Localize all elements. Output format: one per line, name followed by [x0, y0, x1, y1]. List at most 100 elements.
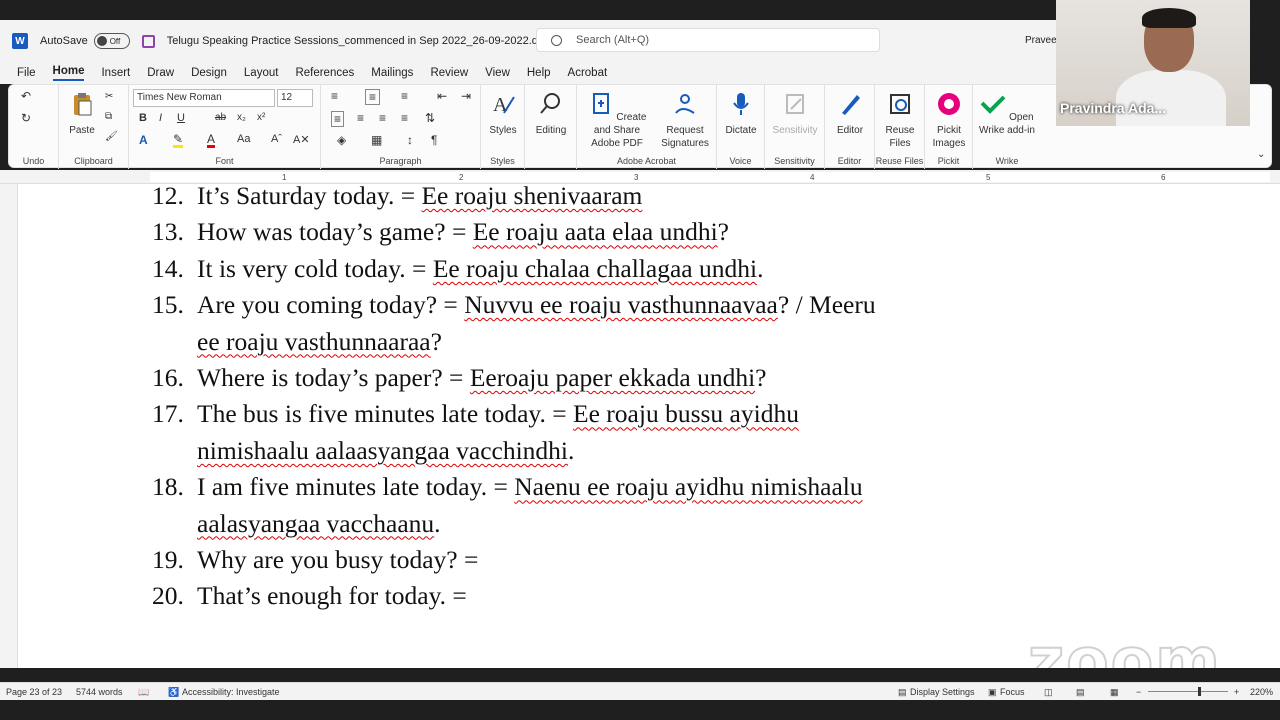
tab-home[interactable]: Home: [52, 65, 85, 81]
strikethrough-icon[interactable]: ab: [215, 112, 226, 123]
focus-mode[interactable]: Focus: [1000, 687, 1025, 697]
document-title[interactable]: Telugu Speaking Practice Sessions_commen…: [167, 35, 555, 47]
display-settings[interactable]: Display Settings: [910, 687, 975, 697]
tab-layout[interactable]: Layout: [244, 67, 279, 79]
superscript-icon[interactable]: x²: [257, 112, 265, 123]
align-left-icon[interactable]: ≡: [331, 111, 345, 127]
reuse-files-group: Reuse Files Reuse Files: [875, 85, 925, 169]
tab-file[interactable]: File: [17, 67, 36, 79]
zoom-in-icon[interactable]: +: [1234, 687, 1239, 697]
font-name-select[interactable]: Times New Roman: [133, 89, 275, 107]
underline-icon[interactable]: U: [177, 112, 185, 124]
copy-icon[interactable]: ⧉: [105, 111, 112, 122]
undo-icon[interactable]: ↶: [21, 89, 31, 103]
document-page[interactable]: 12. It’s Saturday today. = Ee roaju sheni…: [18, 184, 1280, 668]
font-color-icon[interactable]: A: [207, 133, 216, 148]
ruler-number: 5: [986, 173, 991, 182]
read-mode-icon[interactable]: ◫: [1044, 687, 1053, 698]
zoom-slider[interactable]: [1148, 691, 1228, 692]
horizontal-ruler: 1 2 3 4 5 6: [0, 170, 1280, 184]
request-signatures-button[interactable]: Request Signatures: [657, 91, 713, 150]
tab-review[interactable]: Review: [430, 67, 468, 79]
participant-video[interactable]: Pravindra Ada...: [1056, 0, 1250, 126]
page-count[interactable]: Page 23 of 23: [6, 687, 62, 697]
dictate-button[interactable]: Dictate: [721, 91, 761, 137]
tab-acrobat[interactable]: Acrobat: [568, 67, 608, 79]
document-body[interactable]: 12. It’s Saturday today. = Ee roaju sheni…: [152, 184, 1012, 615]
shading-icon[interactable]: ◈: [337, 133, 346, 147]
align-right-icon[interactable]: ≡: [379, 111, 386, 125]
autosave-state: Off: [109, 36, 121, 46]
borders-icon[interactable]: ▦: [371, 133, 382, 147]
accessibility-status[interactable]: Accessibility: Investigate: [182, 687, 280, 697]
vertical-ruler: [0, 184, 18, 668]
tab-design[interactable]: Design: [191, 67, 227, 79]
ribbon-collapse-icon[interactable]: ⌄: [1257, 149, 1265, 160]
editor-group-label: Editor: [837, 156, 862, 166]
adobe-group: Create and Share Adobe PDF Request Signa…: [577, 85, 717, 169]
user-name[interactable]: Pravee: [1025, 35, 1057, 46]
tab-mailings[interactable]: Mailings: [371, 67, 413, 79]
search-icon: [551, 34, 562, 46]
bullets-icon[interactable]: ≡: [331, 89, 338, 103]
zoom-slider-thumb[interactable]: [1198, 687, 1201, 696]
sort-icon[interactable]: ↕: [407, 133, 413, 147]
styles-group-label: Styles: [490, 156, 515, 166]
sensitivity-icon: [786, 94, 804, 114]
multilevel-list-icon[interactable]: ≡: [401, 89, 408, 103]
format-painter-icon[interactable]: 🖌: [105, 131, 118, 142]
tab-insert[interactable]: Insert: [101, 67, 130, 79]
styles-button[interactable]: A Styles: [487, 91, 519, 137]
tab-draw[interactable]: Draw: [147, 67, 174, 79]
cut-icon[interactable]: ✂: [105, 91, 113, 102]
tab-references[interactable]: References: [295, 67, 354, 79]
zoom-out-icon[interactable]: −: [1136, 687, 1141, 697]
zoom-level[interactable]: 220%: [1250, 687, 1273, 697]
highlight-icon[interactable]: ✎: [173, 133, 184, 148]
proofing-icon[interactable]: 📖: [138, 687, 149, 698]
subscript-icon[interactable]: x₂: [237, 112, 246, 123]
participant-shirt: [1116, 70, 1226, 126]
increase-indent-icon[interactable]: ⇥: [461, 89, 471, 103]
tab-view[interactable]: View: [485, 67, 510, 79]
paragraph-group: ≡ ≡ ≡ ⇤ ⇥ ≡ ≡ ≡ ≡ ⇅ ◈ ▦ ↕ ¶ Paragraph: [321, 85, 481, 169]
open-wrike-button[interactable]: Open Wrike add-in: [975, 91, 1039, 137]
autosave-toggle[interactable]: Off: [93, 33, 130, 49]
word-count[interactable]: 5744 words: [76, 687, 123, 697]
editing-button[interactable]: Editing: [531, 91, 571, 137]
line-spacing-icon[interactable]: ⇅: [425, 111, 435, 125]
clear-format-icon[interactable]: A✕: [293, 133, 310, 146]
change-case-icon[interactable]: Aa: [237, 133, 250, 145]
tab-help[interactable]: Help: [527, 67, 551, 79]
align-center-icon[interactable]: ≡: [357, 111, 364, 125]
clipboard-group: Paste ✂ ⧉ 🖌 Clipboard: [59, 85, 129, 169]
pilcrow-icon[interactable]: ¶: [431, 133, 437, 147]
list-item: 17. The bus is five minutes late today. =…: [152, 399, 799, 465]
search-box[interactable]: Search (Alt+Q): [536, 28, 880, 52]
font-size-select[interactable]: 12: [277, 89, 313, 107]
bold-icon[interactable]: B: [139, 112, 147, 124]
list-item: 19. Why are you busy today? =: [152, 545, 479, 575]
numbering-icon[interactable]: ≡: [365, 89, 381, 105]
create-share-pdf-button[interactable]: Create and Share Adobe PDF: [579, 91, 655, 150]
decrease-indent-icon[interactable]: ⇤: [437, 89, 447, 103]
reuse-files-button[interactable]: Reuse Files: [879, 91, 921, 150]
ruler-number: 4: [810, 173, 815, 182]
paste-button[interactable]: Paste: [67, 91, 97, 137]
title-bar: W AutoSave Off Telugu Speaking Practice …: [0, 20, 1057, 62]
sensitivity-button[interactable]: Sensitivity: [769, 91, 821, 137]
save-icon[interactable]: [141, 34, 155, 48]
italic-icon[interactable]: I: [159, 112, 162, 124]
list-item: 18. I am five minutes late today. = Naenu…: [152, 472, 863, 538]
editor-button[interactable]: Editor: [829, 91, 871, 137]
pickit-images-button[interactable]: Pickit Images: [927, 91, 971, 150]
grow-font-icon[interactable]: Aˆ: [271, 133, 282, 145]
redo-icon[interactable]: ↻: [21, 111, 31, 125]
web-layout-icon[interactable]: ▦: [1110, 687, 1119, 698]
justify-icon[interactable]: ≡: [401, 111, 408, 125]
text-effects-icon[interactable]: A: [139, 133, 148, 147]
font-group-label: Font: [215, 156, 234, 166]
participant-hair: [1142, 8, 1196, 28]
print-layout-icon[interactable]: ▤: [1076, 687, 1085, 698]
list-item: 20. That’s enough for today. =: [152, 581, 467, 611]
